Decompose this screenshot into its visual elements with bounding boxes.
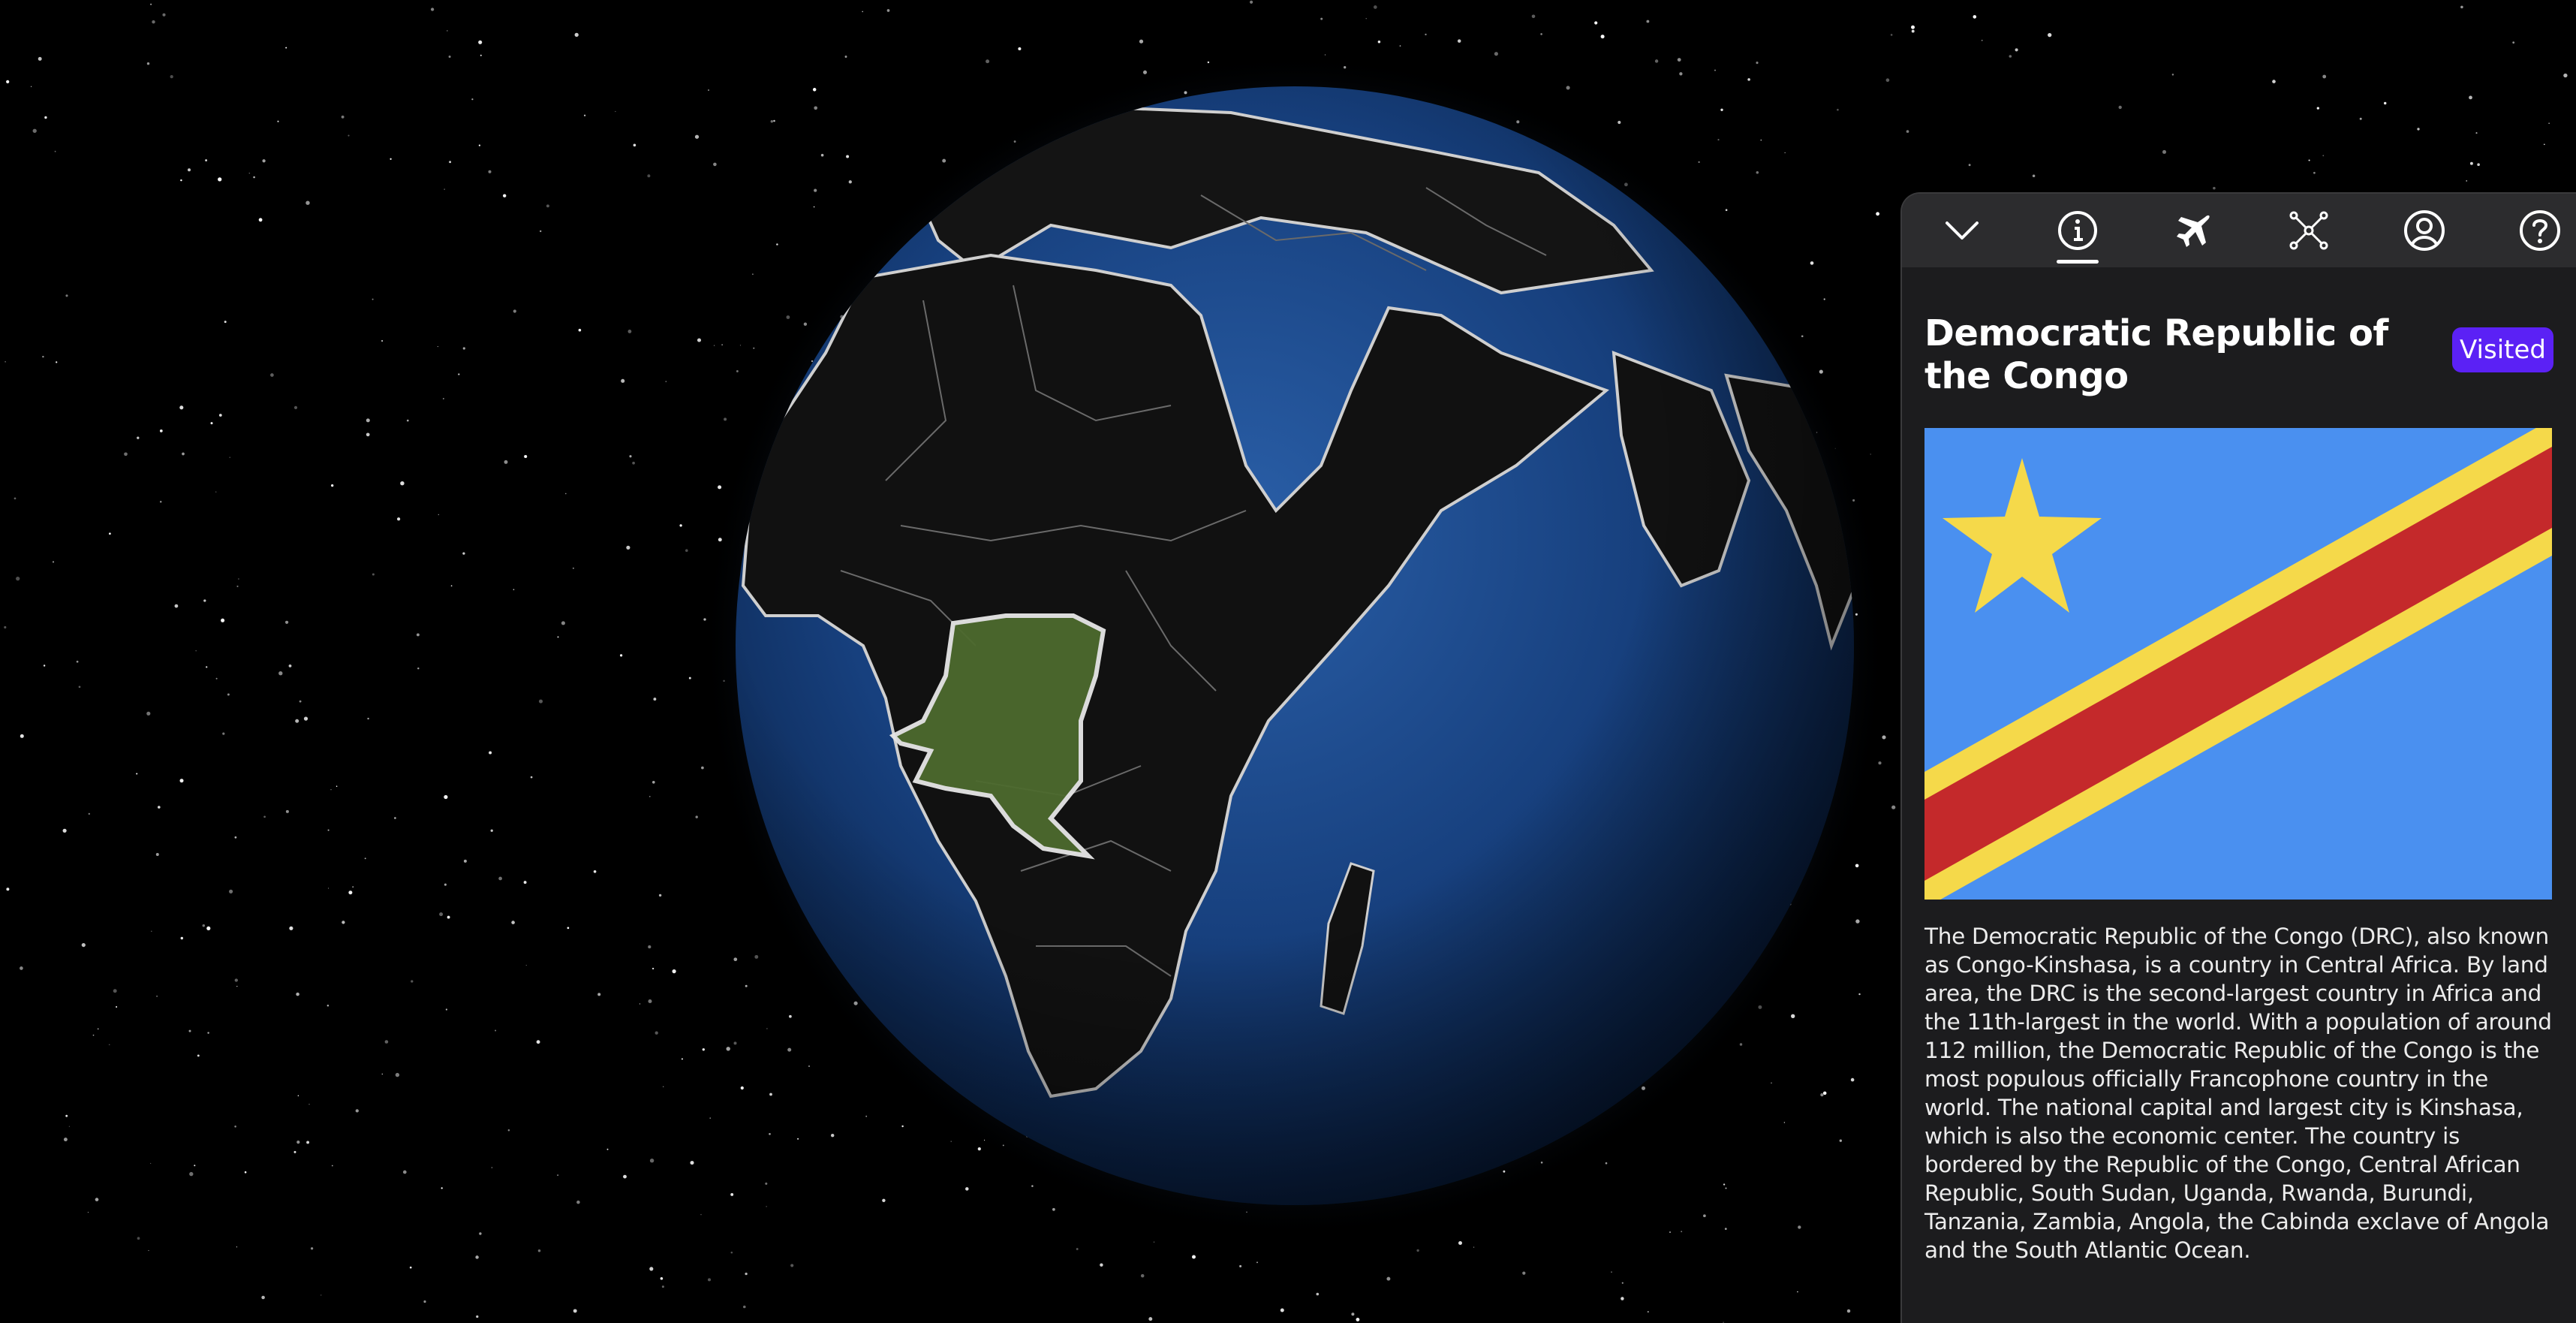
airplane-icon (2177, 215, 2210, 247)
tab-flights[interactable] (2163, 200, 2223, 261)
tab-help[interactable] (2510, 200, 2570, 261)
country-flag (1924, 428, 2552, 900)
tab-profile[interactable] (2394, 200, 2454, 261)
network-icon (2289, 211, 2328, 250)
user-icon (2404, 210, 2445, 251)
panel-toolbar (1902, 194, 2576, 267)
help-icon (2520, 210, 2560, 251)
country-description: The Democratic Republic of the Congo (DR… (1924, 924, 2552, 1263)
collapse-button[interactable] (1932, 200, 1992, 261)
visited-badge[interactable]: Visited (2452, 327, 2553, 372)
country-info-panel: Democratic Republic of the Congo Visited… (1900, 192, 2576, 1323)
country-title: Democratic Republic of the Congo (1924, 312, 2388, 397)
chevron-down-icon (1946, 222, 1979, 240)
tab-info[interactable] (2048, 200, 2108, 264)
tab-network[interactable] (2279, 200, 2339, 261)
info-icon (2058, 211, 2097, 250)
